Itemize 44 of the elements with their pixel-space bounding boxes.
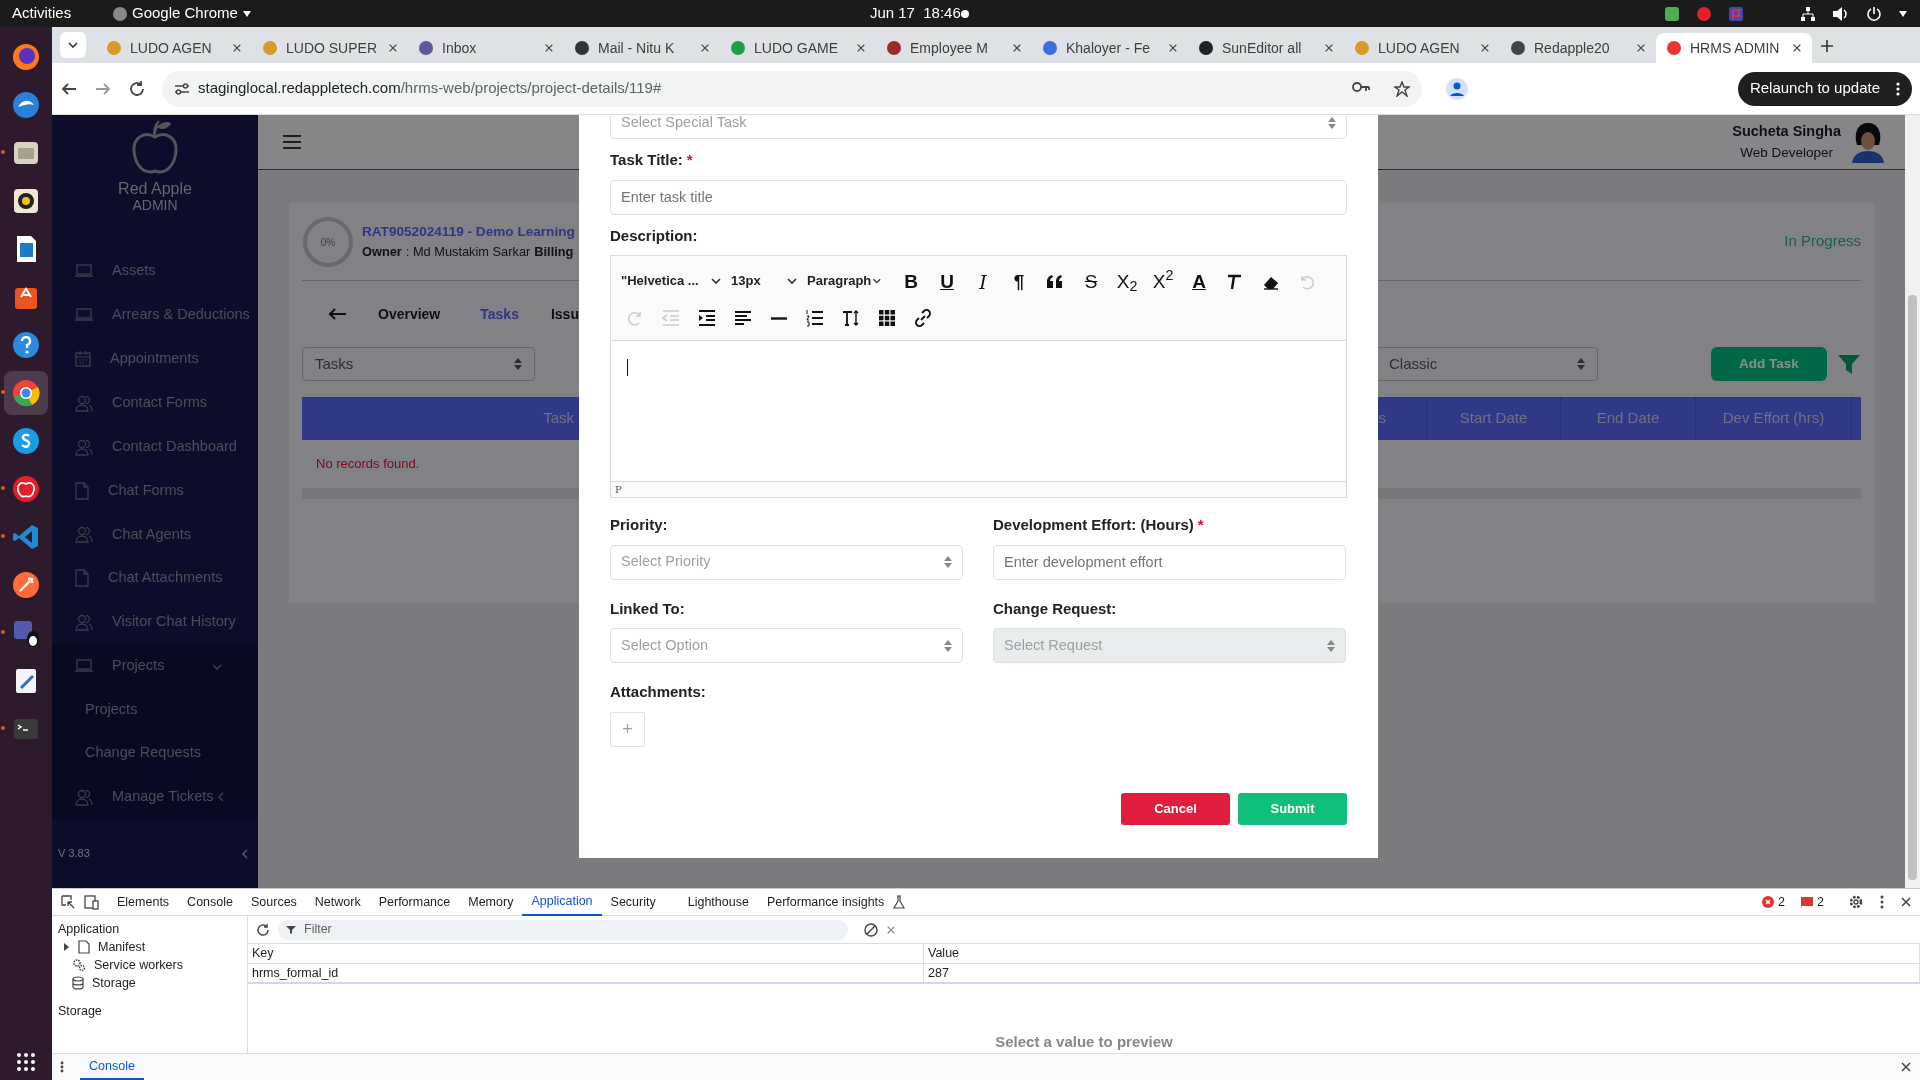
column-header: Key <box>252 946 274 960</box>
tab-title: SunEditor all <box>1222 38 1303 58</box>
tab-title: Mail - Nitu K <box>598 38 676 58</box>
field-label: Change Request: <box>993 598 1117 619</box>
brand-name: Red Apple <box>118 181 192 198</box>
preview-message: Select a value to preview <box>995 1031 1173 1052</box>
tab-title: LUDO AGEN <box>1378 38 1461 58</box>
user-name: Sucheta Singha <box>1732 122 1841 141</box>
tab-title: Inbox <box>442 38 478 58</box>
column-header: End Date <box>1596 408 1660 429</box>
column-header: s <box>1378 408 1386 429</box>
section-heading: Application <box>58 921 121 938</box>
tab-title: Khaloyer - Fe <box>1066 38 1152 58</box>
tab-title: Employee M <box>910 38 989 58</box>
field-label: Attachments: <box>610 682 706 702</box>
field-label: Linked To: <box>610 598 685 619</box>
empty-message: No records found. <box>316 455 420 474</box>
tab-title: LUDO AGEN <box>130 38 213 58</box>
column-header: Dev Effort (hrs) <box>1722 408 1825 429</box>
field-label: Description: <box>610 225 698 246</box>
required-mark: * <box>1197 515 1204 535</box>
field-label: Development Effort: (Hours) <box>993 515 1194 535</box>
tab-title: HRMS ADMIN <box>1690 38 1781 58</box>
owner-name: : Md Mustakim Sarkar <box>405 243 531 262</box>
progress-label: 0% <box>320 235 336 249</box>
section-heading: Storage <box>58 1003 103 1020</box>
user-role: Web Developer <box>1739 143 1834 162</box>
column-header: Value <box>928 946 960 960</box>
url-text: staginglocal.redappletech.com/hrms-web/projects/project-details/119# <box>198 78 662 99</box>
column-header: Task <box>543 408 574 429</box>
field-label: Priority: <box>610 515 668 535</box>
tab-title: LUDO GAME <box>754 38 839 58</box>
element-path: P <box>615 484 622 495</box>
tab-title: Redapple20 <box>1534 38 1611 58</box>
required-mark: * <box>686 150 693 170</box>
select-field: Select Request <box>993 628 1346 663</box>
status-text: In Progress <box>1784 231 1861 252</box>
tab-title: LUDO SUPER <box>286 38 379 58</box>
owner-label: Owner <box>362 243 402 262</box>
brand-role: ADMIN <box>132 197 178 213</box>
field-label: Task Title: <box>610 150 683 170</box>
version-label: V 3.83 <box>58 846 90 862</box>
column-header: Start Date <box>1459 408 1528 429</box>
billing-label: Billing <box>534 243 574 262</box>
